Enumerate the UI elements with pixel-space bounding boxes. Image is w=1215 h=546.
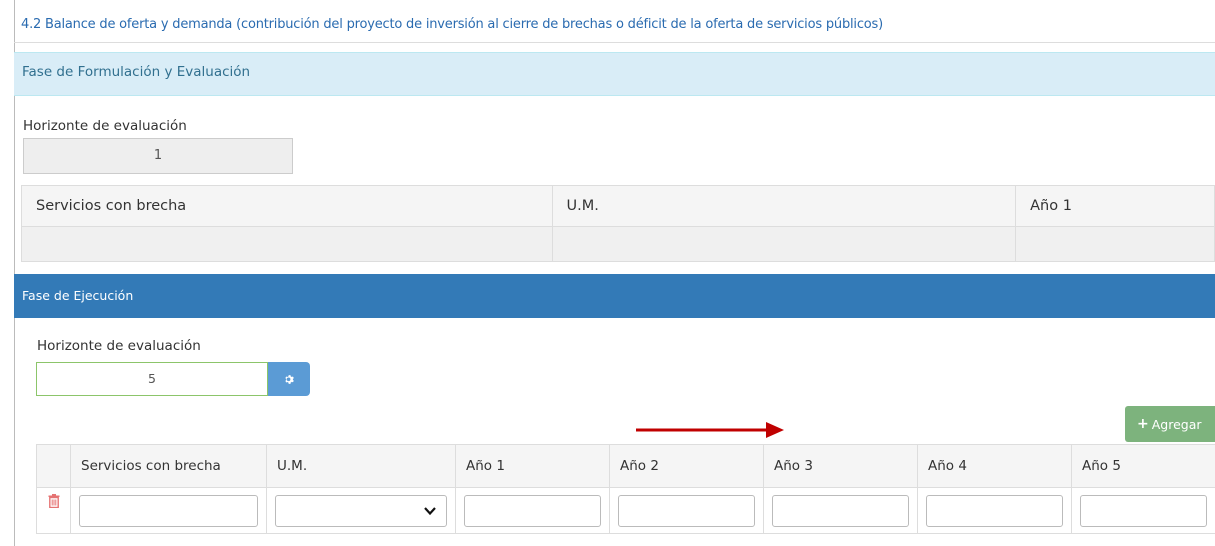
table-cell [917,487,1072,534]
configure-horizon-button[interactable] [268,362,310,396]
ejecucion-panel-title: Fase de Ejecución [22,288,134,303]
table-row [36,487,1215,534]
formulacion-horizonte-label: Horizonte de evaluación [23,118,187,134]
ejecucion-horizonte-input[interactable]: 5 [36,362,268,396]
col-header-anio-1: Año 1 [1015,185,1215,227]
title-divider [14,42,1215,43]
anio-3-input[interactable] [772,494,909,527]
anio-1-input[interactable] [464,494,601,527]
gear-icon [284,374,294,384]
ejecucion-panel-header: Fase de Ejecución [14,274,1215,318]
table-cell [1015,226,1215,262]
formulacion-table-header-row: Servicios con brecha U.M. Año 1 [21,185,1215,227]
col-header-actions [36,444,71,488]
formulacion-horizonte-field: 1 [23,138,293,174]
col-header-anio-2: Año 2 [609,444,764,488]
ejecucion-table: Servicios con brecha U.M. Año 1 Año 2 Añ… [36,444,1215,534]
col-header-anio-5: Año 5 [1071,444,1215,488]
table-cell [266,487,456,534]
formulacion-panel-header: Fase de Formulación y Evaluación [14,52,1215,96]
red-arrow-annotation [636,422,784,438]
agregar-button-label: Agregar [1151,416,1202,432]
col-header-anio-4: Año 4 [917,444,1072,488]
table-cell [455,487,610,534]
table-cell [763,487,918,534]
ejecucion-horizonte-label: Horizonte de evaluación [37,338,201,354]
col-header-servicios: Servicios con brecha [70,444,267,488]
col-header-anio-1: Año 1 [455,444,610,488]
anio-4-input[interactable] [926,494,1063,527]
table-cell [1071,487,1215,534]
col-header-um: U.M. [266,444,456,488]
col-header-servicios: Servicios con brecha [21,185,553,227]
formulacion-panel-title: Fase de Formulación y Evaluación [22,64,251,80]
table-cell [21,226,553,262]
anio-5-input[interactable] [1080,494,1207,527]
section-title: 4.2 Balance de oferta y demanda (contrib… [21,17,883,32]
um-select[interactable] [275,494,447,527]
formulacion-table: Servicios con brecha U.M. Año 1 [21,185,1215,262]
table-row [21,226,1215,262]
trash-icon[interactable] [48,494,60,509]
col-header-anio-3: Año 3 [763,444,918,488]
col-header-um: U.M. [551,185,1017,227]
anio-2-input[interactable] [618,494,755,527]
table-cell [70,487,267,534]
agregar-button[interactable]: + Agregar [1125,406,1215,442]
plus-icon: + [1137,416,1149,432]
delete-cell [36,487,71,534]
chevron-down-icon [424,506,436,515]
servicios-input[interactable] [79,494,258,527]
ejecucion-table-header-row: Servicios con brecha U.M. Año 1 Año 2 Añ… [36,444,1215,488]
table-cell [551,226,1017,262]
table-cell [609,487,764,534]
